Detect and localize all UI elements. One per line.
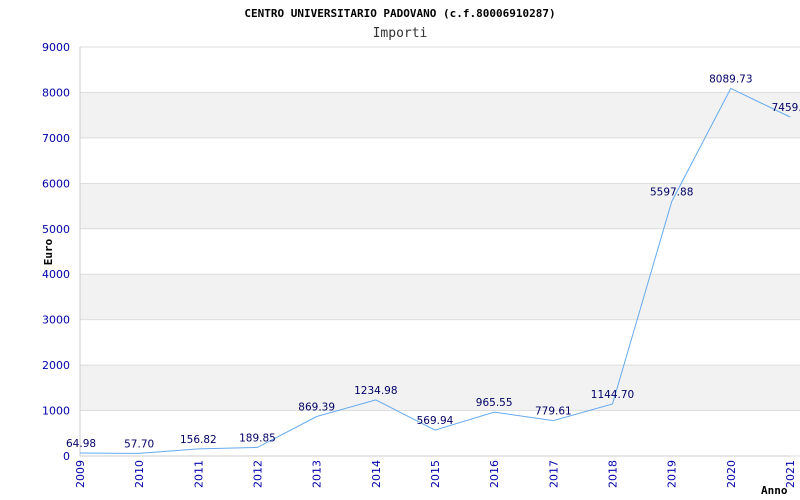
x-tick-label: 2010 <box>133 460 146 488</box>
x-tick-label: 2019 <box>666 460 679 488</box>
y-tick-label: 1000 <box>42 405 70 418</box>
data-label: 1144.70 <box>591 389 634 401</box>
grid-band <box>80 274 800 320</box>
x-tick-label: 2017 <box>547 460 560 488</box>
x-tick-label: 2014 <box>370 460 383 488</box>
y-tick-label: 9000 <box>42 41 70 54</box>
y-tick-label: 3000 <box>42 314 70 327</box>
grid-bands <box>80 92 800 411</box>
data-label: 57.70 <box>124 438 154 450</box>
data-label: 779.61 <box>535 406 572 418</box>
chart-subtitle: Importi <box>373 26 428 41</box>
x-tick-label: 2015 <box>429 460 442 488</box>
data-label: 156.82 <box>180 434 217 446</box>
x-tick-label: 2020 <box>725 460 738 488</box>
x-axis-label: Anno <box>761 484 788 497</box>
y-tick-label: 6000 <box>42 177 70 190</box>
line-chart: CENTRO UNIVERSITARIO PADOVANO (c.f.80006… <box>42 7 800 497</box>
grid-band <box>80 365 800 411</box>
data-label: 189.85 <box>239 432 276 444</box>
x-tick-label: 2009 <box>74 460 87 488</box>
y-tick-label: 4000 <box>42 268 70 281</box>
data-label: 5597.88 <box>650 187 693 199</box>
data-label: 569.94 <box>417 415 454 427</box>
y-tick-label: 5000 <box>42 223 70 236</box>
x-tick-label: 2012 <box>252 460 265 488</box>
y-tick-label: 2000 <box>42 359 70 372</box>
x-tick-label: 2018 <box>607 460 620 488</box>
x-tick-label: 2016 <box>488 460 501 488</box>
y-axis-label: Euro <box>42 238 55 265</box>
data-label: 869.39 <box>298 401 335 413</box>
y-tick-label: 0 <box>63 450 70 463</box>
y-tick-label: 7000 <box>42 132 70 145</box>
data-label: 7459.8 <box>772 102 800 114</box>
x-tick-label: 2011 <box>192 460 205 488</box>
data-label: 64.98 <box>66 438 96 450</box>
data-label: 8089.73 <box>709 73 752 85</box>
chart-title: CENTRO UNIVERSITARIO PADOVANO (c.f.80006… <box>244 7 555 20</box>
x-tick-label: 2013 <box>311 460 324 488</box>
data-label: 965.55 <box>476 397 513 409</box>
grid-band <box>80 92 800 138</box>
data-label: 1234.98 <box>354 385 397 397</box>
x-tick-labels: 2009 2010 2011 2012 2013 2014 2015 2016 2017 2018… <box>74 460 797 488</box>
y-tick-label: 8000 <box>42 86 70 99</box>
